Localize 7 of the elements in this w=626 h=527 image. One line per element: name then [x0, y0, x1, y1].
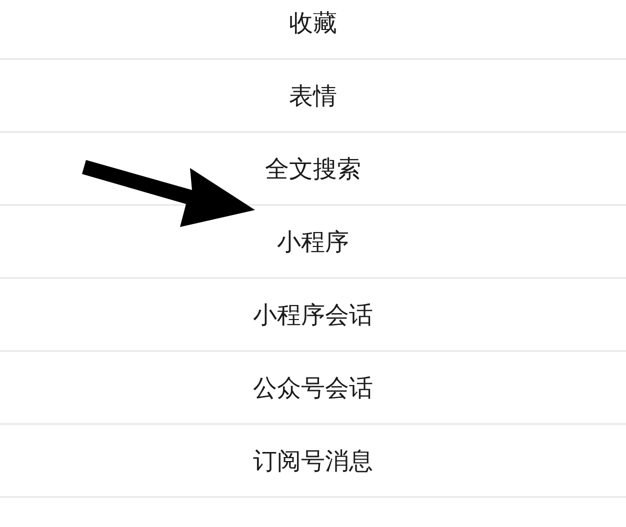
menu-item[interactable]: 小程序: [277, 224, 349, 260]
menu-item[interactable]: 小程序会话: [253, 296, 373, 332]
menu-item[interactable]: 收藏: [289, 4, 337, 40]
menu-item[interactable]: 表情: [289, 78, 337, 114]
menu-item[interactable]: 全文搜索: [265, 150, 361, 186]
menu-item[interactable]: 公众号会话: [253, 370, 373, 406]
menu-item[interactable]: 订阅号消息: [253, 442, 373, 478]
